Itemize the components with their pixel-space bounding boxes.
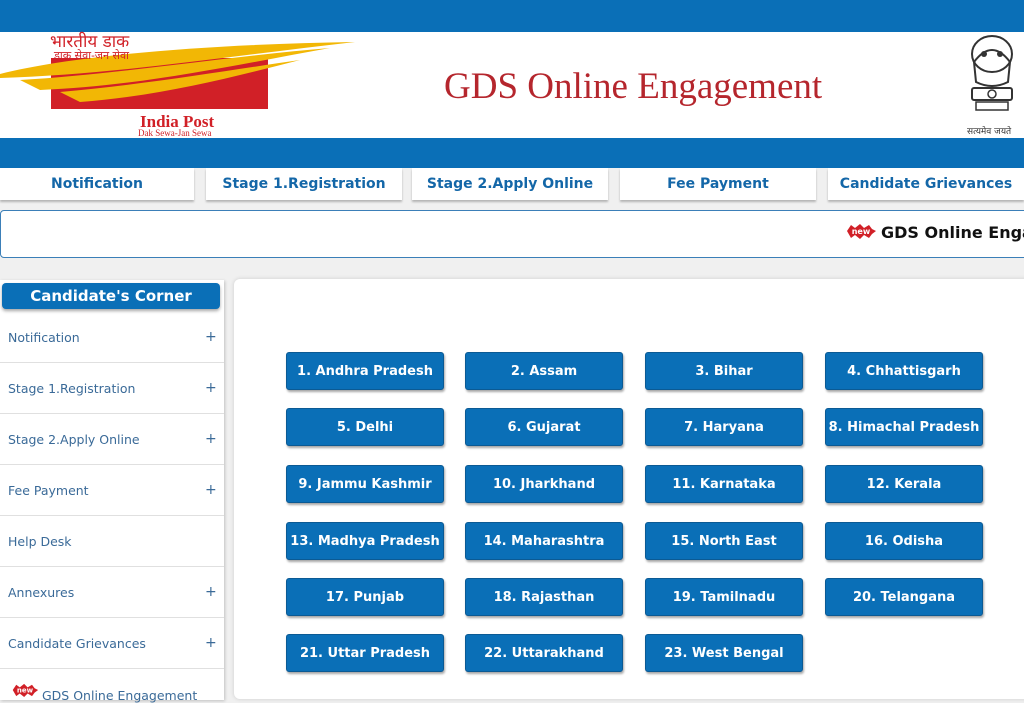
expand-plus-icon[interactable]: + bbox=[205, 380, 217, 396]
ashoka-emblem-icon bbox=[971, 35, 1013, 111]
state-button-assam[interactable]: 2. Assam bbox=[465, 352, 623, 390]
state-button-punjab[interactable]: 17. Punjab bbox=[286, 578, 444, 616]
sidebar-item-label: Annexures bbox=[8, 585, 75, 600]
state-button-himachal-pradesh[interactable]: 8. Himachal Pradesh bbox=[825, 408, 983, 446]
national-emblem bbox=[960, 32, 1024, 138]
state-button-jammu-kashmir[interactable]: 9. Jammu Kashmir bbox=[286, 465, 444, 503]
ticker-link[interactable]: GDS Online Engagement bbox=[881, 223, 1024, 242]
state-button-rajasthan[interactable]: 18. Rajasthan bbox=[465, 578, 623, 616]
state-button-gujarat[interactable]: 6. Gujarat bbox=[465, 408, 623, 446]
state-button-haryana[interactable]: 7. Haryana bbox=[645, 408, 803, 446]
nav-tab-stage2-apply-online[interactable]: Stage 2.Apply Online bbox=[412, 168, 608, 200]
state-button-andhra-pradesh[interactable]: 1. Andhra Pradesh bbox=[286, 352, 444, 390]
sidebar-item-fee-payment[interactable]: Fee Payment + bbox=[0, 465, 224, 516]
sidebar-item-notification[interactable]: Notification + bbox=[0, 312, 224, 363]
state-button-kerala[interactable]: 12. Kerala bbox=[825, 465, 983, 503]
logo-english-tagline: Dak Sewa-Jan Sewa bbox=[138, 128, 212, 138]
state-button-maharashtra[interactable]: 14. Maharashtra bbox=[465, 522, 623, 560]
expand-plus-icon[interactable]: + bbox=[205, 431, 217, 447]
expand-plus-icon[interactable]: + bbox=[205, 482, 217, 498]
nav-tab-notification[interactable]: Notification bbox=[0, 168, 194, 200]
logo-hindi-tagline: डाक सेवा-जन सेवा bbox=[54, 49, 129, 62]
expand-plus-icon[interactable]: + bbox=[205, 584, 217, 600]
state-button-odisha[interactable]: 16. Odisha bbox=[825, 522, 983, 560]
sidebar-item-candidate-grievances[interactable]: Candidate Grievances + bbox=[0, 618, 224, 669]
sidebar-item-stage2-apply-online[interactable]: Stage 2.Apply Online + bbox=[0, 414, 224, 465]
sidebar-item-label: Stage 1.Registration bbox=[8, 381, 136, 396]
state-button-uttarakhand[interactable]: 22. Uttarakhand bbox=[465, 634, 623, 672]
expand-plus-icon[interactable]: + bbox=[205, 635, 217, 651]
news-ticker: new GDS Online Engagement bbox=[0, 210, 1024, 258]
top-blue-bar bbox=[0, 0, 1024, 32]
state-button-telangana[interactable]: 20. Telangana bbox=[825, 578, 983, 616]
state-button-uttar-pradesh[interactable]: 21. Uttar Pradesh bbox=[286, 634, 444, 672]
svg-text:new: new bbox=[852, 227, 871, 236]
expand-plus-icon[interactable]: + bbox=[205, 329, 217, 345]
state-button-chhattisgarh[interactable]: 4. Chhattisgarh bbox=[825, 352, 983, 390]
sidebar-item-label: Notification bbox=[8, 330, 80, 345]
india-post-logo[interactable]: भारतीय डाक डाक सेवा-जन सेवा India Post D… bbox=[0, 34, 360, 138]
sidebar-item-label: Candidate Grievances bbox=[8, 636, 146, 651]
candidates-corner-sidebar: Candidate's Corner Notification + Stage … bbox=[0, 280, 224, 700]
state-button-madhya-pradesh[interactable]: 13. Madhya Pradesh bbox=[286, 522, 444, 560]
state-button-jharkhand[interactable]: 10. Jharkhand bbox=[465, 465, 623, 503]
main-nav: Notification Stage 1.Registration Stage … bbox=[0, 168, 1024, 202]
state-button-west-bengal[interactable]: 23. West Bengal bbox=[645, 634, 803, 672]
state-button-karnataka[interactable]: 11. Karnataka bbox=[645, 465, 803, 503]
state-button-tamilnadu[interactable]: 19. Tamilnadu bbox=[645, 578, 803, 616]
nav-tab-candidate-grievances[interactable]: Candidate Grievances bbox=[828, 168, 1024, 200]
nav-tab-stage1-registration[interactable]: Stage 1.Registration bbox=[206, 168, 402, 200]
sidebar-item-annexures[interactable]: Annexures + bbox=[0, 567, 224, 618]
state-button-north-east[interactable]: 15. North East bbox=[645, 522, 803, 560]
sidebar-item-gds-online-engagement[interactable]: GDS Online Engagement bbox=[42, 688, 197, 703]
sidebar-item-help-desk[interactable]: Help Desk bbox=[0, 516, 224, 567]
sidebar-item-stage1-registration[interactable]: Stage 1.Registration + bbox=[0, 363, 224, 414]
state-button-delhi[interactable]: 5. Delhi bbox=[286, 408, 444, 446]
sidebar-title: Candidate's Corner bbox=[2, 283, 220, 309]
svg-text:new: new bbox=[17, 687, 34, 695]
nav-tab-fee-payment[interactable]: Fee Payment bbox=[620, 168, 816, 200]
sidebar-item-label: Stage 2.Apply Online bbox=[8, 432, 140, 447]
new-badge-icon: new bbox=[847, 224, 876, 239]
sidebar-item-label: Fee Payment bbox=[8, 483, 89, 498]
state-button-bihar[interactable]: 3. Bihar bbox=[645, 352, 803, 390]
emblem-motto: सत्यमेव जयते bbox=[967, 127, 1012, 137]
sidebar-item-label: Help Desk bbox=[8, 534, 72, 549]
page-title: GDS Online Engagement bbox=[444, 66, 823, 107]
header-blue-band bbox=[0, 138, 1024, 168]
